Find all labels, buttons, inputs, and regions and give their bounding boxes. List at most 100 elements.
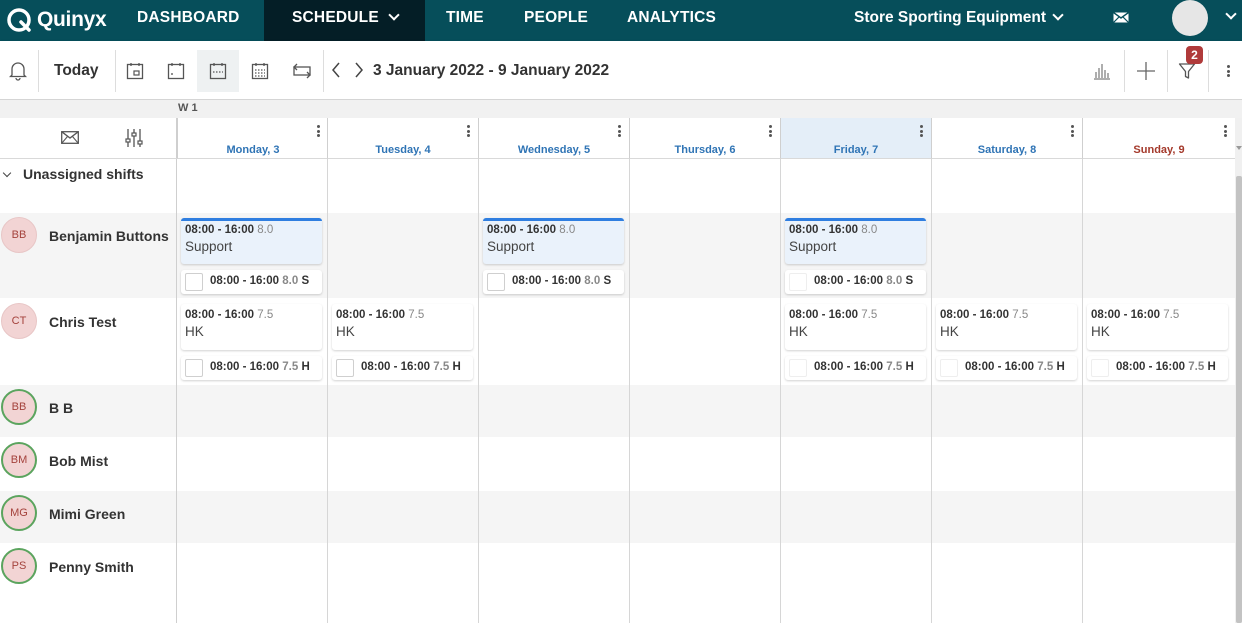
shift-card[interactable]: 08:00 - 16:00 7.5 HK	[181, 304, 322, 350]
column-divider	[780, 118, 781, 623]
timeline-view-button[interactable]	[282, 50, 322, 92]
sub-shift-text: 08:00 - 16:00 7.5 H	[210, 361, 310, 373]
sub-shift-card[interactable]: 08:00 - 16:00 7.5 H	[181, 356, 322, 380]
sub-shift-card[interactable]: 08:00 - 16:00 8.0 S	[181, 270, 322, 294]
day-header-thursday[interactable]: Thursday, 6	[629, 118, 780, 159]
day-header-sunday[interactable]: Sunday, 9	[1082, 118, 1235, 159]
nav-analytics[interactable]: ANALYTICS	[627, 0, 716, 41]
toolbar-divider	[1167, 50, 1168, 92]
shift-card[interactable]: 08:00 - 16:00 7.5 HK	[332, 304, 473, 350]
nav-people[interactable]: PEOPLE	[524, 0, 588, 41]
employee-name[interactable]: B B	[49, 400, 73, 416]
sub-shift-card[interactable]: 08:00 - 16:00 8.0 S	[785, 270, 926, 294]
sub-shift-card[interactable]: 08:00 - 16:00 7.5 H	[1087, 356, 1228, 380]
nav-label: PEOPLE	[524, 9, 589, 26]
shift-checkbox[interactable]	[1091, 359, 1109, 377]
employee-column	[0, 118, 177, 623]
avatar: BB	[1, 389, 37, 425]
quinyx-logo-icon	[7, 8, 31, 32]
day-view-button[interactable]	[116, 50, 154, 92]
sliders-icon[interactable]	[124, 128, 144, 148]
employee-name[interactable]: Penny Smith	[49, 559, 134, 575]
shift-card[interactable]: 08:00 - 16:00 7.5 HK	[785, 304, 926, 350]
sub-shift-text: 08:00 - 16:00 8.0 S	[210, 275, 310, 287]
week-view-button[interactable]	[197, 50, 239, 92]
sub-shift-text: 08:00 - 16:00 7.5 H	[361, 361, 461, 373]
shift-task: HK	[789, 324, 808, 339]
shift-checkbox[interactable]	[789, 359, 807, 377]
statistics-button[interactable]	[1082, 50, 1122, 92]
row-background	[0, 491, 1235, 543]
more-options-button[interactable]	[1220, 60, 1236, 82]
shift-time: 08:00 - 16:00 8.0	[487, 224, 576, 236]
sub-shift-card[interactable]: 08:00 - 16:00 7.5 H	[332, 356, 473, 380]
user-avatar[interactable]	[1172, 0, 1208, 36]
calendar-week-icon	[209, 63, 227, 80]
kebab-icon[interactable]	[618, 125, 621, 137]
day-header-saturday[interactable]: Saturday, 8	[931, 118, 1082, 159]
message-icon[interactable]	[61, 131, 79, 144]
shift-checkbox[interactable]	[789, 273, 807, 291]
vertical-scrollbar-thumb[interactable]	[1236, 176, 1242, 623]
quinyx-logo[interactable]: Quinyx	[6, 6, 107, 34]
next-period-button[interactable]	[351, 59, 367, 81]
kebab-icon[interactable]	[1071, 125, 1074, 137]
day-header-wednesday[interactable]: Wednesday, 5	[478, 118, 629, 159]
sub-shift-card[interactable]: 08:00 - 16:00 7.5 H	[936, 356, 1077, 380]
kebab-icon[interactable]	[317, 125, 320, 137]
add-button[interactable]	[1126, 50, 1166, 92]
employee-name[interactable]: Mimi Green	[49, 506, 125, 522]
day-header-tuesday[interactable]: Tuesday, 4	[327, 118, 478, 159]
day-header-friday[interactable]: Friday, 7	[780, 118, 931, 159]
sub-shift-text: 08:00 - 16:00 7.5 H	[814, 361, 914, 373]
nav-dashboard[interactable]: DASHBOARD	[137, 0, 240, 41]
mail-icon[interactable]	[1113, 12, 1129, 23]
shift-card[interactable]: 08:00 - 16:00 8.0 Support	[785, 218, 926, 264]
kebab-icon[interactable]	[920, 125, 923, 137]
date-range-label[interactable]: 3 January 2022 - 9 January 2022	[373, 41, 609, 100]
kebab-icon[interactable]	[1224, 125, 1227, 137]
plus-icon	[1137, 62, 1155, 80]
day-header-monday[interactable]: Monday, 3	[177, 118, 328, 159]
shift-checkbox[interactable]	[185, 273, 203, 291]
previous-period-button[interactable]	[328, 59, 344, 81]
employee-name[interactable]: Bob Mist	[49, 453, 108, 469]
shift-checkbox[interactable]	[336, 359, 354, 377]
kebab-icon[interactable]	[467, 125, 470, 137]
nav-time[interactable]: TIME	[446, 0, 484, 41]
day-label: Tuesday, 4	[375, 144, 431, 156]
employee-name[interactable]: Chris Test	[49, 314, 116, 330]
shift-checkbox[interactable]	[487, 273, 505, 291]
calendar-day-icon	[126, 63, 144, 80]
week-number: W 1	[178, 102, 198, 114]
store-selector[interactable]: Store Sporting Equipment	[854, 0, 1064, 41]
day-label: Monday, 3	[226, 144, 280, 156]
shift-card[interactable]: 08:00 - 16:00 7.5 HK	[936, 304, 1077, 350]
employee-name[interactable]: Benjamin Buttons	[49, 228, 169, 244]
month-view-button[interactable]	[240, 50, 280, 92]
unassigned-shifts-toggle[interactable]: Unassigned shifts	[23, 166, 144, 182]
notifications-button[interactable]	[0, 41, 36, 100]
shift-task: HK	[1091, 324, 1110, 339]
scroll-up-arrow-icon[interactable]	[1236, 146, 1242, 150]
shift-checkbox[interactable]	[940, 359, 958, 377]
shift-card[interactable]: 08:00 - 16:00 8.0 Support	[483, 218, 624, 264]
shift-card[interactable]: 08:00 - 16:00 7.5 HK	[1087, 304, 1228, 350]
two-day-view-button[interactable]	[156, 50, 196, 92]
nav-schedule[interactable]: SCHEDULE	[264, 0, 425, 41]
shift-card[interactable]: 08:00 - 16:00 8.0 Support	[181, 218, 322, 264]
column-divider	[931, 118, 932, 623]
chevron-down-icon[interactable]	[1225, 8, 1237, 20]
kebab-icon[interactable]	[769, 125, 772, 137]
day-label: Thursday, 6	[674, 144, 736, 156]
shift-task: Support	[789, 239, 837, 254]
shift-checkbox[interactable]	[185, 359, 203, 377]
sub-shift-card[interactable]: 08:00 - 16:00 8.0 S	[483, 270, 624, 294]
today-button[interactable]: Today	[54, 41, 99, 100]
chevron-down-icon	[1052, 9, 1064, 21]
calendar-icon	[167, 63, 185, 80]
avatar: BM	[1, 442, 37, 478]
sub-shift-card[interactable]: 08:00 - 16:00 7.5 H	[785, 356, 926, 380]
employee-column-header	[0, 118, 177, 159]
shift-time: 08:00 - 16:00 8.0	[789, 224, 878, 236]
